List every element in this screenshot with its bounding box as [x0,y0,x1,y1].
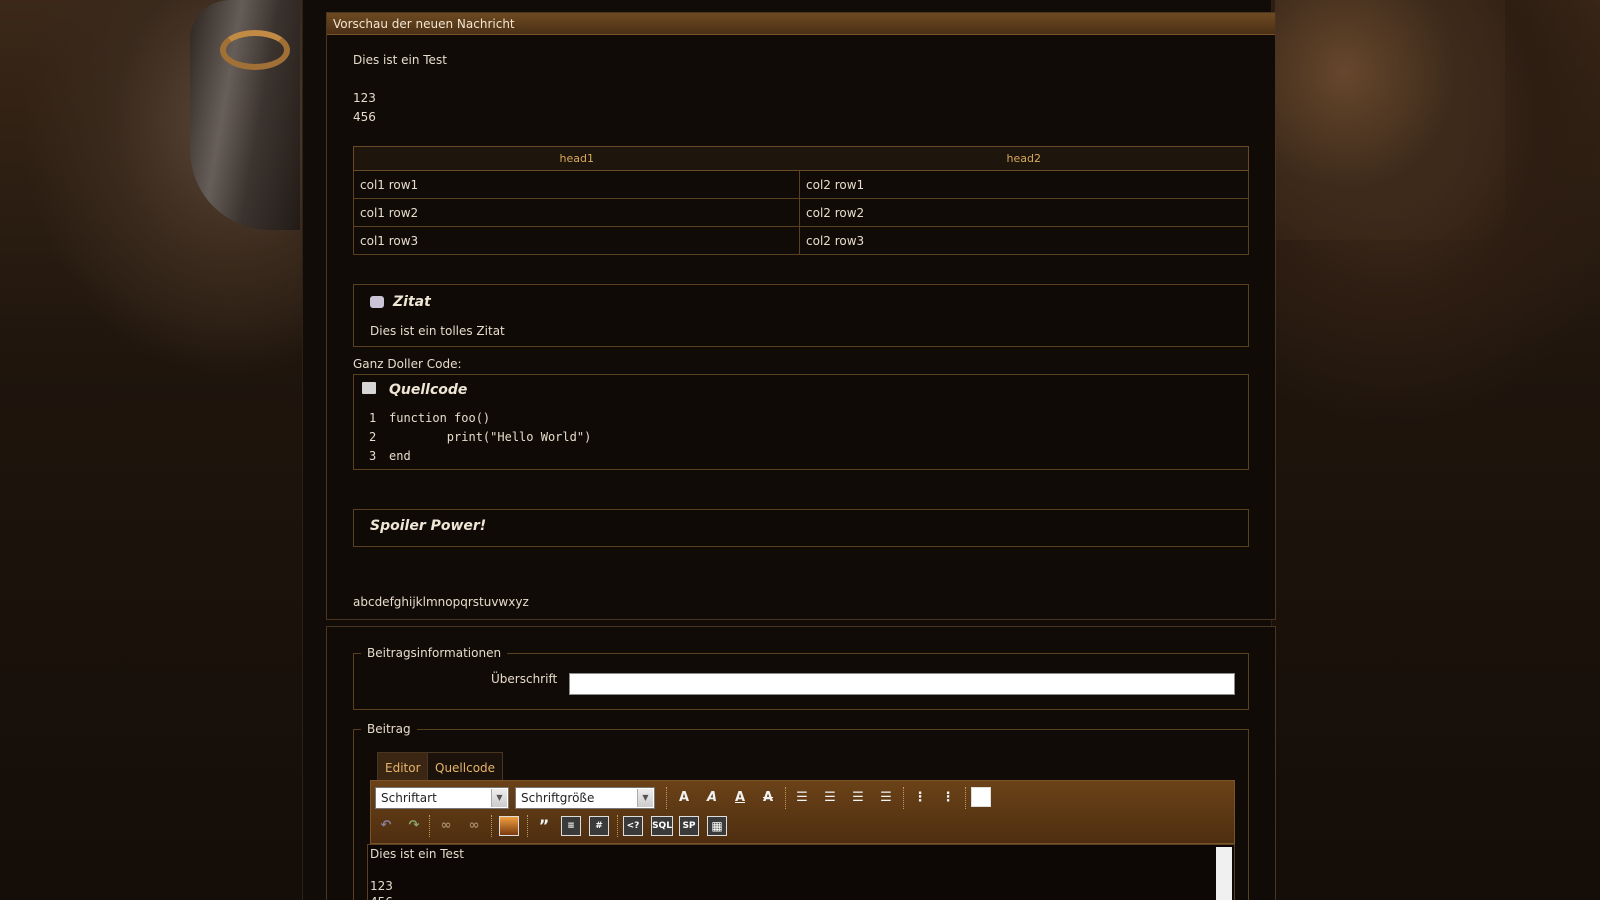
font-size-select[interactable]: Schriftgröße ▼ [515,787,655,809]
code-line-number: 2 [369,430,377,444]
post-info-legend: Beitragsinformationen [361,646,508,660]
table-row: col1 row1 col2 row1 [353,170,1249,199]
table-cell: col1 row2 [353,198,800,227]
numbered-list-icon[interactable]: ⋮ [937,787,959,809]
code-line-number: 1 [369,411,377,425]
preview-text-line: Dies ist ein Test [353,53,447,67]
quote-title: Zitat [393,294,431,310]
table-row: col1 row2 col2 row2 [353,198,1249,227]
table-cell: col2 row2 [799,198,1249,227]
editor-line: 123 [370,879,393,893]
font-size-select-value: Schriftgröße [521,791,595,805]
code-line: end [389,449,411,463]
table-header-cell: head2 [799,146,1249,171]
toolbar-separator [903,787,904,809]
code-line: print("Hello World") [389,430,592,444]
title-input[interactable] [569,673,1235,695]
table-row: col1 row3 col2 row3 [353,226,1249,255]
undo-icon[interactable]: ↶ [375,815,397,837]
chevron-down-icon[interactable]: ▼ [491,789,507,807]
editor-line: Dies ist ein Test [370,847,464,861]
toolbar-separator [666,787,667,809]
editor-line: 456 [370,894,393,900]
background-character-right [1275,0,1505,240]
toolbar-separator [527,815,528,837]
sql-code-icon[interactable]: SQL [651,816,673,836]
toolbar-separator [617,815,618,837]
tab-editor[interactable]: Editor [377,752,429,782]
bold-icon[interactable]: A [673,787,695,809]
unlink-icon[interactable]: ∞ [463,815,485,837]
code-title: Quellcode [389,382,468,398]
table-cell: col2 row1 [799,170,1249,199]
speech-bubble-icon[interactable]: ≡ [561,816,581,836]
font-family-select-value: Schriftart [381,791,437,805]
toolbar-separator [965,787,966,809]
font-family-select[interactable]: Schriftart ▼ [375,787,509,809]
armor-ring [220,30,290,70]
editor-toolbar: Schriftart ▼ Schriftgröße ▼ A A A A ☰ ☰ … [370,780,1235,844]
code-caption: Ganz Doller Code: [353,357,462,371]
spoiler-title[interactable]: Spoiler Power! [370,518,486,534]
code-line: function foo() [389,411,491,425]
preview-text-line: 123 [353,91,376,105]
bullet-list-icon[interactable]: ⋮ [909,787,931,809]
align-center-icon[interactable]: ☰ [819,787,841,809]
preview-table: head1 head2 col1 row1 col2 row1 col1 row… [353,146,1249,255]
speech-bubble-icon [370,296,384,308]
toolbar-separator [429,815,430,837]
quote-text: Dies ist ein tolles Zitat [370,324,505,338]
align-justify-icon[interactable]: ☰ [875,787,897,809]
post-legend: Beitrag [361,722,417,736]
underline-icon[interactable]: A [729,787,751,809]
table-cell: col2 row3 [799,226,1249,255]
image-icon[interactable] [499,816,519,836]
preview-header: Vorschau der neuen Nachricht [327,13,1275,35]
toolbar-separator [491,815,492,837]
align-right-icon[interactable]: ☰ [847,787,869,809]
code-document-icon [362,382,376,394]
background-character-left [190,0,300,230]
alphabet-text: abcdefghijklmnopqrstuvwxyz [353,595,529,609]
php-code-icon[interactable]: <? [623,816,643,836]
table-cell: col1 row3 [353,226,800,255]
link-icon[interactable]: ∞ [435,815,457,837]
preview-text-line: 456 [353,110,376,124]
editor-scrollbar[interactable] [1216,847,1232,900]
table-cell: col1 row1 [353,170,800,199]
spoiler-icon[interactable]: SP [679,816,699,836]
italic-icon[interactable]: A [701,787,723,809]
editor-textarea[interactable]: Dies ist ein Test 123 456 [367,844,1235,900]
toolbar-separator [785,787,786,809]
redo-icon[interactable]: ↷ [403,815,425,837]
table-icon[interactable]: ▦ [707,816,727,836]
strikethrough-icon[interactable]: A [757,787,779,809]
code-line-number: 3 [369,449,377,463]
align-left-icon[interactable]: ☰ [791,787,813,809]
table-header-cell: head1 [353,146,800,171]
quote-icon[interactable]: ” [533,815,555,837]
title-label: Überschrift [491,672,558,686]
code-hash-icon[interactable]: # [589,816,609,836]
tab-source[interactable]: Quellcode [427,752,504,782]
chevron-down-icon[interactable]: ▼ [637,789,653,807]
spoiler-box[interactable] [353,509,1249,547]
text-color-icon[interactable] [971,787,991,807]
